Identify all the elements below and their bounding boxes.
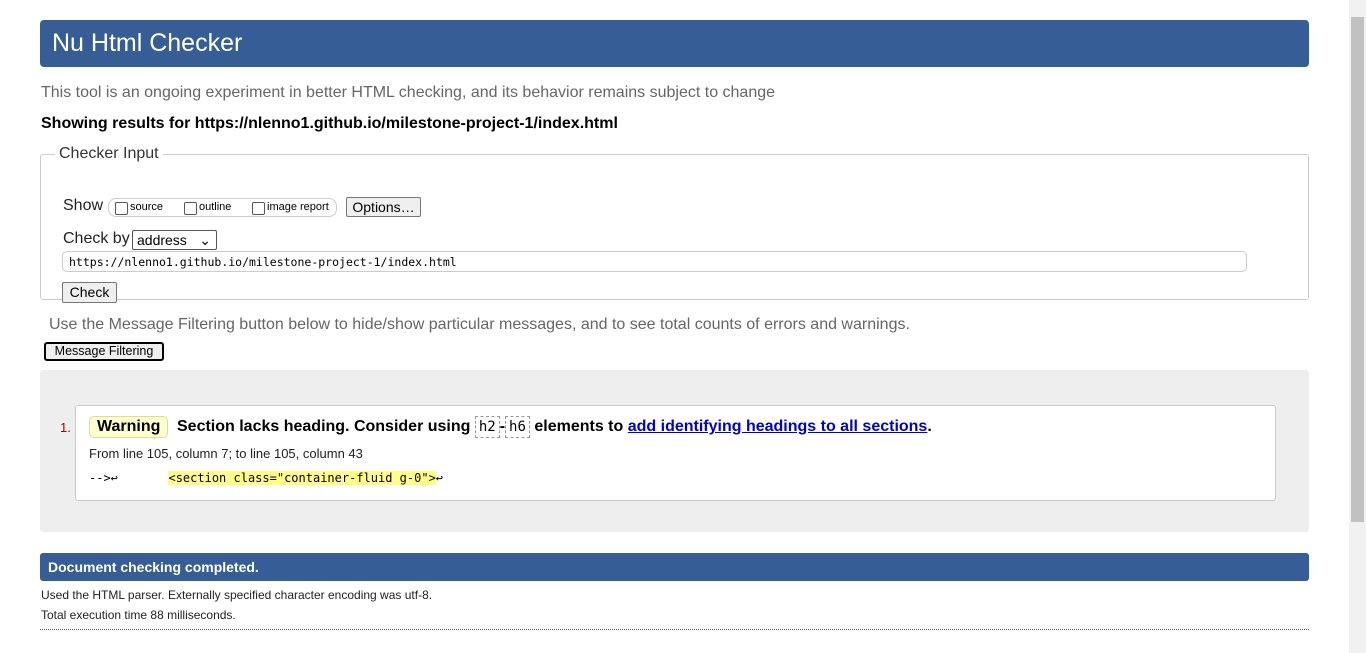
scrollbar[interactable]: [1349, 0, 1366, 653]
scrollbar-thumb[interactable]: [1351, 17, 1364, 522]
check-by-label: Check by: [63, 230, 130, 247]
checkbox-source[interactable]: source: [115, 201, 163, 215]
options-button[interactable]: Options…: [346, 197, 421, 217]
message-number: 1.: [60, 420, 71, 435]
check-button[interactable]: Check: [62, 282, 117, 303]
intro-text: This tool is an ongoing experiment in be…: [41, 84, 776, 101]
parser-info: Used the HTML parser. Externally specifi…: [41, 588, 433, 602]
filter-text: Use the Message Filtering button below t…: [49, 316, 910, 333]
checker-input: Checker Input Show source outline image …: [40, 145, 1309, 303]
message-filtering-button[interactable]: Message Filtering: [44, 342, 164, 361]
results: 1. Warning Section lacks heading. Consid…: [40, 370, 1309, 532]
checkbox-outline[interactable]: outline: [184, 201, 231, 215]
message-item: Warning Section lacks heading. Consider …: [75, 405, 1276, 501]
url-input[interactable]: https://nlenno1.github.io/milestone-proj…: [62, 251, 1247, 272]
message-location: From line 105, column 7; to line 105, co…: [89, 446, 363, 461]
page-title: Nu Html Checker: [40, 20, 1309, 67]
showing-results: Showing results for https://nlenno1.gith…: [41, 115, 618, 132]
warning-badge: Warning: [89, 416, 169, 438]
completion-banner: Document checking completed.: [40, 553, 1309, 581]
show-options: source outline image report: [108, 198, 337, 217]
show-label: Show: [63, 197, 104, 214]
divider: [40, 629, 1309, 630]
message-text: Section lacks heading. Consider using h2…: [177, 416, 932, 438]
checkbox-image-report[interactable]: image report: [252, 201, 329, 215]
chevron-down-icon: ⌄: [199, 232, 211, 248]
message-extract: -->↩ <section class="container-fluid g-0…: [89, 471, 444, 485]
checker-legend: Checker Input: [59, 145, 159, 162]
headings-link[interactable]: add identifying headings to all sections: [628, 418, 928, 435]
execution-time: Total execution time 88 milliseconds.: [41, 608, 236, 622]
check-by-select[interactable]: address ⌄: [132, 230, 217, 250]
